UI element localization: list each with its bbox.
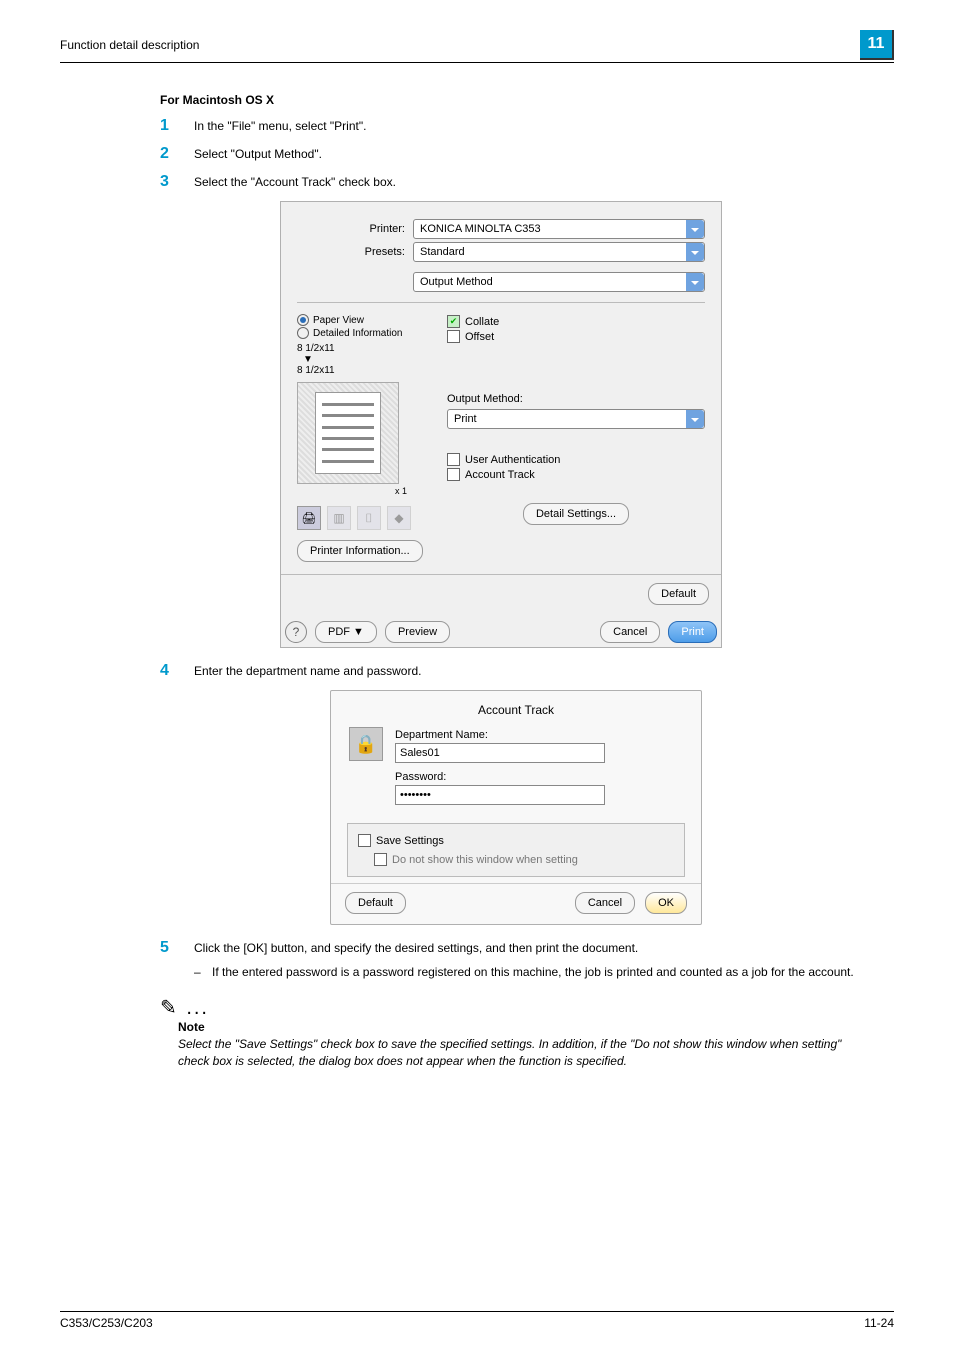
cancel-button[interactable]: Cancel	[575, 892, 635, 914]
default-button[interactable]: Default	[345, 892, 406, 914]
collate-label: Collate	[465, 316, 499, 328]
print-dialog-screenshot: Printer: KONICA MINOLTA C353 Presets: St…	[280, 201, 722, 648]
printer-label: Printer:	[297, 223, 413, 235]
user-auth-label: User Authentication	[465, 454, 560, 466]
detailed-info-radio[interactable]	[297, 327, 309, 339]
help-icon[interactable]: ?	[285, 621, 307, 643]
note-icon: ✎ ...	[160, 995, 860, 1020]
copy-count: x 1	[297, 486, 437, 496]
collate-checkbox[interactable]: ✔	[447, 315, 460, 328]
panel-value: Output Method	[420, 276, 493, 288]
user-auth-checkbox[interactable]	[447, 453, 460, 466]
paper-view-label: Paper View	[313, 315, 364, 326]
save-settings-checkbox[interactable]	[358, 834, 371, 847]
orientation-arrow-icon: ▼	[303, 354, 437, 365]
preview-button[interactable]: Preview	[385, 621, 450, 643]
do-not-show-checkbox[interactable]	[374, 853, 387, 866]
step-text: Select the "Account Track" check box.	[194, 174, 396, 191]
dialog-title: Account Track	[331, 699, 701, 727]
presets-label: Presets:	[297, 246, 413, 258]
punch-icon: ◆	[387, 506, 411, 530]
ok-button[interactable]: OK	[645, 892, 687, 914]
finisher-icon: ▥	[327, 506, 351, 530]
step-text: In the "File" menu, select "Print".	[194, 118, 366, 135]
presets-combo[interactable]: Standard	[413, 242, 705, 262]
department-name-label: Department Name:	[395, 729, 683, 741]
chevron-down-icon	[686, 220, 704, 238]
paper-view-radio[interactable]	[297, 314, 309, 326]
chevron-down-icon	[686, 273, 704, 291]
printer-info-button[interactable]: Printer Information...	[297, 540, 423, 562]
cancel-button[interactable]: Cancel	[600, 621, 660, 643]
printer-combo[interactable]: KONICA MINOLTA C353	[413, 219, 705, 239]
footer-page: 11-24	[864, 1316, 894, 1330]
lock-icon: 🔒	[349, 727, 383, 761]
step-subtext: If the entered password is a password re…	[212, 965, 854, 979]
default-button[interactable]: Default	[648, 583, 709, 605]
password-input[interactable]: ••••••••	[395, 785, 605, 805]
account-track-checkbox[interactable]	[447, 468, 460, 481]
step-text: Enter the department name and password.	[194, 663, 421, 680]
chapter-badge: 11	[860, 30, 894, 60]
offset-label: Offset	[465, 331, 494, 343]
chevron-down-icon	[686, 410, 704, 428]
account-track-dialog-screenshot: Account Track 🔒 Department Name: Sales01…	[330, 690, 702, 925]
output-method-combo[interactable]: Print	[447, 409, 705, 429]
step-number: 1	[160, 117, 194, 135]
printer-value: KONICA MINOLTA C353	[420, 223, 541, 235]
presets-value: Standard	[420, 246, 465, 258]
step-number: 2	[160, 145, 194, 163]
panel-combo[interactable]: Output Method	[413, 272, 705, 292]
account-track-label: Account Track	[465, 469, 535, 481]
paper-size-bottom: 8 1/2x11	[297, 365, 437, 376]
output-method-label: Output Method:	[447, 393, 705, 405]
stapler-icon: ⌷	[357, 506, 381, 530]
do-not-show-label: Do not show this window when setting	[392, 854, 578, 866]
chevron-down-icon	[686, 243, 704, 261]
step-number: 4	[160, 662, 194, 680]
footer-model: C353/C253/C203	[60, 1316, 153, 1330]
print-button[interactable]: Print	[668, 621, 717, 643]
output-method-value: Print	[454, 413, 477, 425]
paper-size-top: 8 1/2x11	[297, 343, 437, 354]
section-header: Function detail description	[60, 38, 199, 52]
detail-settings-button[interactable]: Detail Settings...	[523, 503, 629, 525]
list-dash: –	[194, 965, 212, 979]
note-heading: Note	[178, 1020, 860, 1034]
pdf-button[interactable]: PDF ▼	[315, 621, 377, 643]
department-name-input[interactable]: Sales01	[395, 743, 605, 763]
detailed-info-label: Detailed Information	[313, 328, 403, 339]
step-number: 3	[160, 173, 194, 191]
step-number: 5	[160, 939, 194, 957]
offset-checkbox[interactable]	[447, 330, 460, 343]
step-text: Click the [OK] button, and specify the d…	[194, 940, 638, 957]
note-text: Select the "Save Settings" check box to …	[178, 1036, 860, 1070]
step-text: Select "Output Method".	[194, 146, 322, 163]
save-settings-label: Save Settings	[376, 835, 444, 847]
password-label: Password:	[395, 771, 683, 783]
paper-preview	[297, 382, 399, 484]
subsection-title: For Macintosh OS X	[160, 93, 860, 107]
printer-icon[interactable]: 🖨	[297, 506, 321, 530]
